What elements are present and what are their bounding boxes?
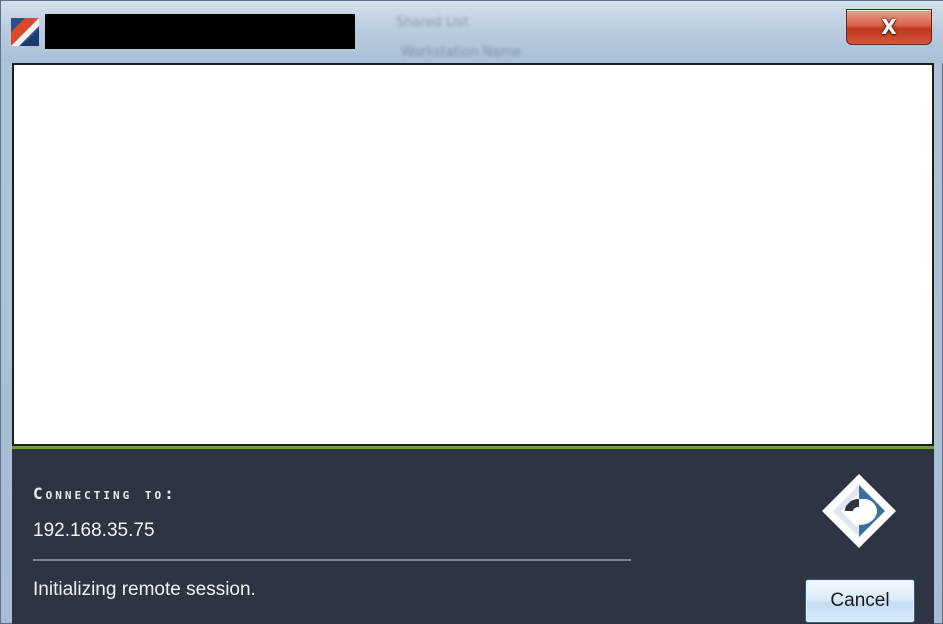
status-text: Initializing remote session. bbox=[33, 579, 256, 600]
app-icon bbox=[11, 18, 39, 46]
divider bbox=[33, 559, 631, 561]
close-button[interactable]: X bbox=[846, 9, 932, 45]
window-title-redacted bbox=[45, 14, 355, 49]
remote-session-logo-icon bbox=[822, 474, 896, 548]
cancel-button[interactable]: Cancel bbox=[805, 579, 915, 623]
host-address: 192.168.35.75 bbox=[33, 520, 155, 541]
title-bar[interactable]: Shared List Workstation Name X bbox=[1, 1, 943, 63]
remote-viewport bbox=[12, 63, 934, 446]
background-text: Workstation Name bbox=[401, 45, 522, 60]
close-icon: X bbox=[881, 15, 897, 39]
status-panel: Connecting to: 192.168.35.75 Initializin… bbox=[12, 446, 934, 624]
connecting-label: Connecting to: bbox=[33, 484, 177, 503]
background-text: Shared List bbox=[396, 15, 469, 30]
connection-window: Shared List Workstation Name X Connectin… bbox=[0, 0, 943, 624]
